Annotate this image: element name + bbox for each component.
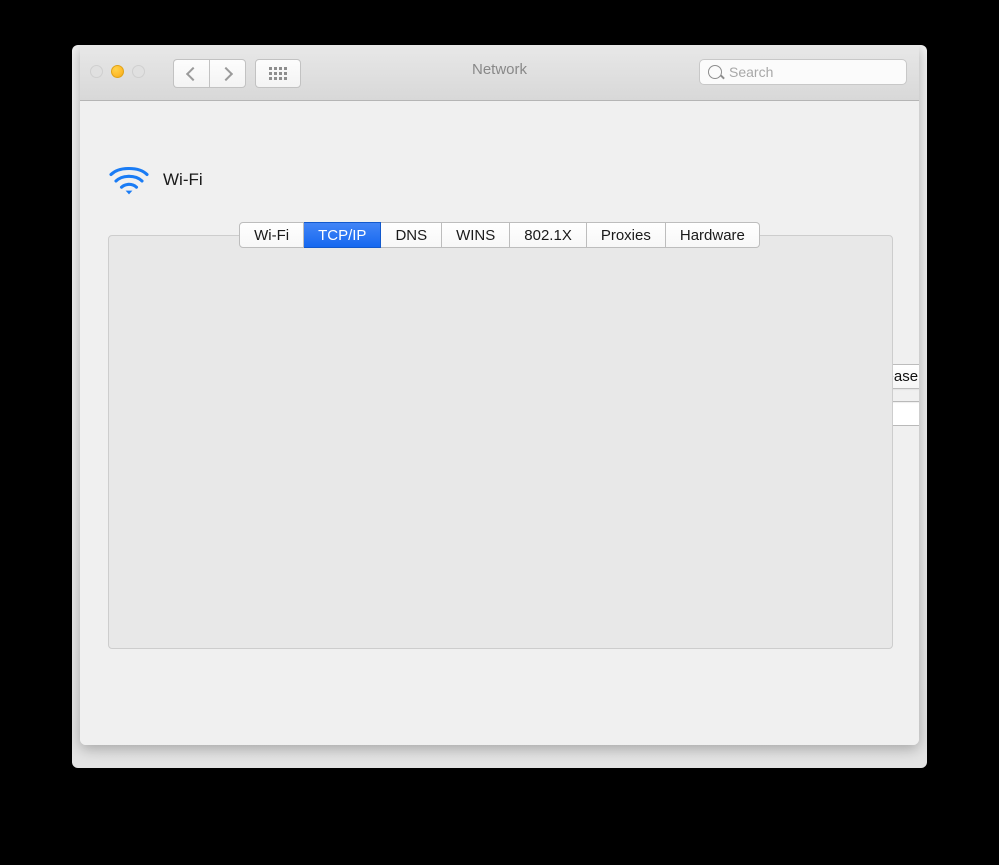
wifi-icon — [108, 163, 150, 197]
network-preferences-sheet: Network Search Wi-Fi Wi-Fi TCP/IP DNS WI… — [80, 45, 919, 745]
tab-wifi[interactable]: Wi-Fi — [239, 222, 305, 248]
sheet-content: Wi-Fi Wi-Fi TCP/IP DNS WINS 802.1X Proxi… — [80, 101, 919, 745]
search-placeholder: Search — [729, 64, 774, 80]
service-header: Wi-Fi — [108, 163, 203, 197]
tab-dns[interactable]: DNS — [381, 222, 443, 248]
tab-wins[interactable]: WINS — [442, 222, 511, 248]
tab-hardware[interactable]: Hardware — [665, 222, 760, 248]
tab-8021x[interactable]: 802.1X — [510, 222, 587, 248]
window-titlebar: Network Search — [80, 45, 919, 101]
tab-tcpip[interactable]: TCP/IP — [304, 222, 382, 248]
tab-proxies[interactable]: Proxies — [586, 222, 666, 248]
tab-bar: Wi-Fi TCP/IP DNS WINS 802.1X Proxies Har… — [80, 222, 919, 248]
tcpip-settings-panel — [108, 235, 893, 649]
search-input[interactable]: Search — [699, 59, 907, 85]
service-name: Wi-Fi — [163, 170, 203, 189]
search-icon — [708, 65, 722, 79]
